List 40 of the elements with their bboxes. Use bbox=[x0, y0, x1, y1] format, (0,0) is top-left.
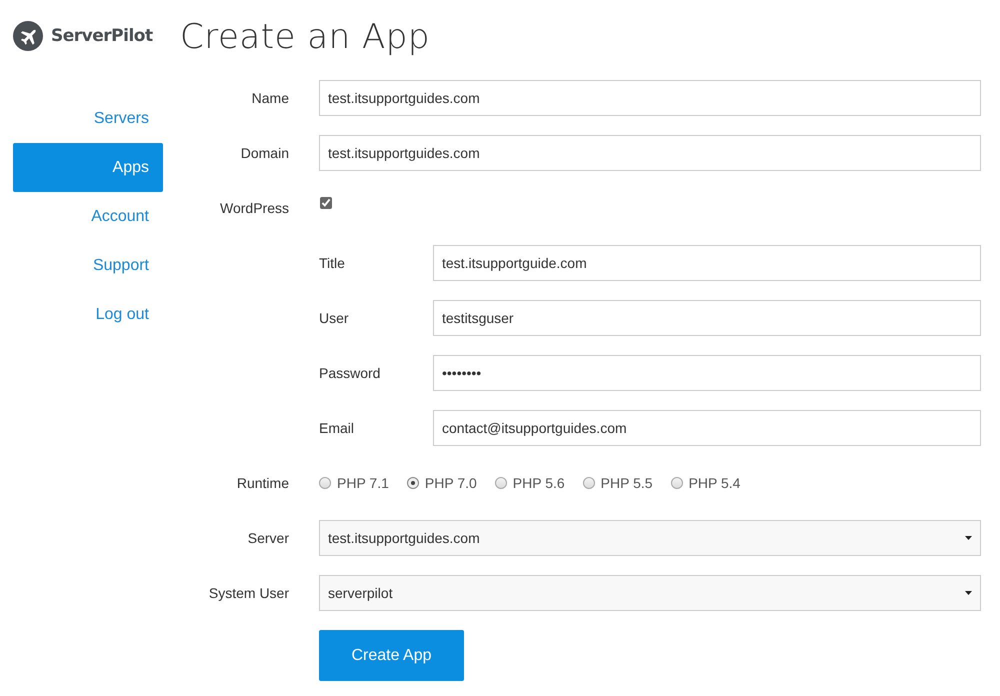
text-field[interactable]: test.itsupportguide.com bbox=[433, 245, 981, 281]
field-label: User bbox=[319, 310, 350, 326]
radio-button[interactable] bbox=[582, 477, 595, 489]
field-label: Title bbox=[319, 255, 346, 271]
radio-label[interactable]: PHP 7.1 bbox=[337, 475, 389, 491]
nav-item[interactable]: Servers bbox=[13, 94, 163, 143]
field-label: Password bbox=[319, 365, 382, 381]
radio-button[interactable] bbox=[670, 477, 683, 489]
airplane-logo-icon bbox=[13, 21, 43, 51]
field-label: Name bbox=[250, 90, 289, 106]
select-field[interactable]: serverpilot bbox=[319, 575, 981, 611]
page-title: Create an App bbox=[180, 16, 431, 59]
field-label: Server bbox=[246, 530, 289, 546]
radio-label[interactable]: PHP 7.0 bbox=[424, 475, 477, 491]
text-field[interactable]: test.itsupportguides.com bbox=[319, 135, 981, 171]
radio-label[interactable]: PHP 5.4 bbox=[688, 475, 740, 491]
select-field[interactable]: test.itsupportguides.com bbox=[319, 520, 981, 556]
text-field[interactable]: testitsguser bbox=[433, 300, 981, 336]
field-label: System User bbox=[208, 585, 289, 601]
nav-item[interactable]: Account bbox=[13, 192, 163, 241]
checkbox[interactable] bbox=[320, 197, 332, 209]
radio-label[interactable]: PHP 5.6 bbox=[512, 475, 565, 491]
caret-icon bbox=[965, 536, 972, 540]
radio-label[interactable]: PHP 5.5 bbox=[600, 475, 653, 491]
nav-item[interactable]: Apps bbox=[13, 143, 163, 192]
field-label: Email bbox=[319, 420, 356, 436]
field-label: Domain bbox=[240, 145, 289, 161]
text-field[interactable]: test.itsupportguides.com bbox=[319, 80, 981, 116]
brand-name: ServerPilot bbox=[51, 26, 153, 46]
create-app-button[interactable]: Create App bbox=[319, 630, 464, 681]
caret-icon bbox=[965, 591, 972, 595]
radio-button[interactable] bbox=[406, 477, 419, 489]
nav-item[interactable]: Log out bbox=[13, 290, 163, 339]
field-label: Runtime bbox=[236, 475, 289, 491]
field-label: WordPress bbox=[219, 200, 289, 216]
nav-item[interactable]: Support bbox=[13, 241, 163, 290]
radio-button[interactable] bbox=[494, 477, 507, 489]
radio-button[interactable] bbox=[319, 477, 331, 489]
text-field[interactable]: •••••••• bbox=[433, 355, 981, 391]
text-field[interactable]: contact@itsupportguides.com bbox=[433, 410, 981, 446]
